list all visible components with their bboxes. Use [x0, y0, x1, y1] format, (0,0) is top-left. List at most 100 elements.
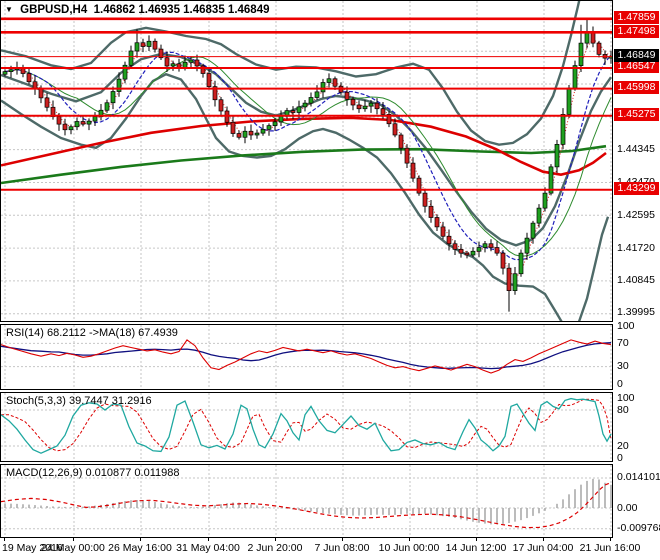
candle-down [398, 134, 404, 149]
chart-title: ▼ GBPUSD,H4 1.46862 1.46935 1.46835 1.46… [5, 4, 270, 16]
candle-up [362, 105, 368, 110]
main-price-chart-panel[interactable] [0, 0, 613, 322]
candle-up [536, 207, 542, 224]
price-tick-label: 1.40845 [617, 274, 655, 287]
candle-up [470, 250, 476, 256]
candle-up [74, 121, 80, 128]
candle-down [416, 177, 422, 194]
time-axis-label: 21 Jun 16:00 [579, 542, 641, 554]
candle-up [560, 114, 566, 145]
rsi-label: RSI(14) 68.2112 ->MA(18) 67.4939 [6, 327, 178, 339]
candle-up [128, 50, 134, 66]
candle-up [320, 82, 326, 93]
symbol-period-label: GBPUSD,H4 [20, 4, 88, 16]
price-tick-label: 1.39995 [617, 306, 655, 319]
candle-up [578, 42, 584, 66]
candle-down [32, 81, 38, 89]
candle-down [164, 57, 170, 67]
candle-down [428, 205, 434, 218]
current-price-label: 1.46849 [614, 49, 659, 63]
candle-down [218, 99, 224, 112]
candle-down [80, 121, 86, 125]
candle-down [446, 235, 452, 245]
candle-down [38, 88, 44, 99]
candle-down [140, 42, 146, 47]
price-tick-label: 1.42595 [617, 208, 655, 221]
rsi-tick-label: 30 [617, 360, 629, 373]
price-level-label: 1.47498 [614, 24, 659, 38]
candle-down [344, 91, 350, 100]
candle-up [512, 273, 518, 291]
candle-up [146, 40, 152, 47]
candle-up [254, 132, 260, 136]
candle-down [44, 97, 50, 108]
candle-up [542, 192, 548, 209]
candle-down [290, 110, 296, 113]
stoch-tick-label: 0 [617, 451, 623, 464]
rsi-tick-label: 0 [617, 377, 623, 390]
time-tick [4, 538, 5, 541]
candle-down [152, 40, 158, 50]
candle-up [554, 144, 560, 168]
macd-indicator-panel[interactable]: MACD(12,26,9) 0.010877 0.011988 [0, 464, 613, 538]
time-tick [409, 538, 410, 541]
candle-down [350, 99, 356, 106]
candle-down [56, 116, 62, 125]
candle-up [368, 102, 374, 107]
candle-down [464, 252, 470, 256]
main-price-chart-panel-canvas [1, 1, 612, 321]
macd-tick-label: -0.009768 [617, 522, 660, 535]
rsi-tick-label: 100 [617, 319, 635, 332]
candle-down [440, 226, 446, 237]
symbol-dropdown-icon[interactable]: ▼ [5, 5, 13, 14]
candle-up [572, 65, 578, 89]
macd-tick-label: 0.014101 [617, 471, 660, 484]
candle-up [110, 91, 116, 104]
candle-up [272, 121, 278, 126]
candle-down [62, 123, 68, 131]
candle-down [494, 247, 500, 254]
candle-up [170, 63, 176, 67]
time-axis-label: 7 Jun 08:00 [314, 542, 370, 554]
stochastic-indicator-panel[interactable]: Stoch(5,3,3) 39.7447 31.2916 [0, 392, 613, 462]
time-axis-label: 10 Jun 00:00 [378, 542, 440, 554]
candle-up [482, 243, 488, 248]
time-axis[interactable]: 19 May 2016 24 May 00:00 26 May 16:00 31 Ma… [0, 538, 660, 560]
price-axis[interactable]: 1.468451.443451.434701.425951.417201.408… [613, 0, 660, 538]
candle-up [524, 237, 530, 254]
price-level-label: 1.47859 [614, 11, 659, 25]
candle-up [266, 125, 272, 130]
candle-down [374, 102, 380, 110]
candle-down [392, 123, 398, 136]
time-tick [140, 538, 141, 541]
price-tick-label: 1.44345 [617, 143, 655, 156]
candle-up [530, 222, 536, 239]
time-tick [208, 538, 209, 541]
macd-label: MACD(12,26,9) 0.010877 0.011988 [6, 467, 180, 479]
macd-tick-label: 0.00 [617, 501, 638, 514]
candle-down [380, 108, 386, 115]
candle-up [8, 69, 14, 72]
candle-down [410, 162, 416, 179]
time-axis-label: 2 Jun 20:00 [247, 542, 303, 554]
candle-up [68, 126, 74, 131]
candle-up [188, 59, 194, 63]
candle-down [356, 104, 362, 110]
time-tick [476, 538, 477, 541]
candle-down [332, 78, 338, 87]
time-axis-label: 17 Jun 04:00 [512, 542, 574, 554]
candle-up [518, 252, 524, 275]
candle-down [434, 217, 440, 228]
candle-up [308, 97, 314, 104]
price-level-label: 1.46547 [614, 60, 659, 74]
candle-down [206, 73, 212, 87]
stoch-tick-label: 80 [617, 403, 629, 416]
candle-up [92, 116, 98, 122]
stochastic-label: Stoch(5,3,3) 39.7447 31.2916 [6, 395, 152, 407]
time-tick [73, 538, 74, 541]
candle-up [104, 102, 110, 111]
rsi-indicator-panel[interactable]: RSI(14) 68.2112 ->MA(18) 67.4939 [0, 324, 613, 390]
candle-up [260, 129, 266, 134]
price-level-label: 1.45998 [614, 81, 659, 95]
candle-up [86, 120, 92, 125]
